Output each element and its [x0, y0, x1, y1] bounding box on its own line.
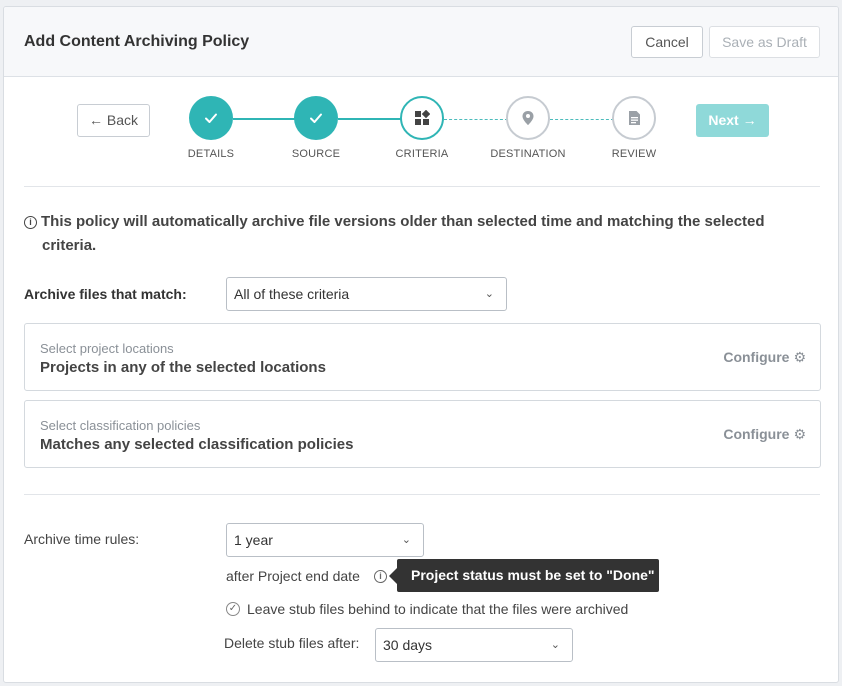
step-criteria[interactable]: [400, 96, 444, 140]
dialog-title: Add Content Archiving Policy: [24, 33, 250, 50]
step-connector: [550, 119, 614, 120]
step-destination[interactable]: [506, 96, 550, 140]
step-connector: [444, 119, 508, 120]
stub-files-label: Leave stub files behind to indicate that…: [247, 601, 629, 617]
gear-icon: ⚙: [793, 349, 806, 365]
chevron-down-icon: ⌄: [484, 288, 494, 300]
step-connector: [233, 118, 297, 120]
divider: [24, 494, 820, 495]
criteria-classification-policies: Select classification policies Matches a…: [24, 400, 821, 468]
time-rules-label: Archive time rules:: [24, 531, 140, 547]
archive-time-value: 1 year: [234, 532, 273, 548]
cancel-button[interactable]: Cancel: [631, 26, 703, 58]
step-label-criteria: CRITERIA: [395, 148, 449, 160]
next-button[interactable]: Next →: [696, 104, 769, 137]
match-label: Archive files that match:: [24, 286, 187, 302]
after-project-end-text: after Project end date: [226, 568, 360, 584]
configure-label: Configure: [723, 426, 790, 442]
info-line-2: criteria.: [42, 237, 97, 254]
chevron-down-icon: ⌄: [401, 534, 411, 546]
step-review[interactable]: [612, 96, 656, 140]
step-details[interactable]: [189, 96, 233, 140]
info-icon[interactable]: i: [374, 570, 387, 583]
step-label-details: DETAILS: [187, 148, 235, 160]
dialog-header: Add Content Archiving Policy Cancel Save…: [4, 7, 838, 77]
save-draft-button[interactable]: Save as Draft: [709, 26, 820, 58]
divider: [24, 186, 820, 187]
step-connector: [338, 118, 402, 120]
check-icon: [310, 113, 322, 123]
criteria-value: Projects in any of the selected location…: [40, 359, 326, 376]
map-pin-icon: [522, 111, 534, 125]
delete-stub-select[interactable]: 30 days ⌄: [375, 628, 573, 662]
info-icon: i: [24, 216, 37, 229]
policy-info-message: i This policy will automatically archive …: [24, 210, 824, 258]
configure-classification-button[interactable]: Configure ⚙: [723, 426, 806, 443]
step-source[interactable]: [294, 96, 338, 140]
delete-stub-label: Delete stub files after:: [224, 635, 360, 651]
configure-label: Configure: [723, 349, 790, 365]
criteria-value: Matches any selected classification poli…: [40, 436, 354, 453]
stub-files-checkbox[interactable]: ✓: [226, 602, 240, 616]
chevron-down-icon: ⌄: [550, 639, 560, 651]
delete-stub-value: 30 days: [383, 637, 433, 653]
back-button[interactable]: ← Back: [77, 104, 150, 137]
gear-icon: ⚙: [793, 426, 806, 442]
check-icon: [205, 113, 217, 123]
criteria-subtitle: Select project locations: [40, 341, 174, 356]
tooltip: Project status must be set to "Done": [389, 559, 659, 592]
match-select-value: All of these criteria: [234, 286, 350, 302]
archive-time-select[interactable]: 1 year ⌄: [226, 523, 424, 557]
info-line-1: This policy will automatically archive f…: [41, 213, 765, 230]
policy-dialog: Add Content Archiving Policy Cancel Save…: [3, 6, 839, 683]
step-label-source: SOURCE: [291, 148, 341, 160]
criteria-subtitle: Select classification policies: [40, 418, 201, 433]
criteria-icon: [415, 110, 430, 125]
step-label-destination: DESTINATION: [490, 148, 566, 160]
match-select[interactable]: All of these criteria ⌄: [226, 277, 507, 311]
document-icon: [628, 111, 640, 125]
criteria-project-locations: Select project locations Projects in any…: [24, 323, 821, 391]
configure-locations-button[interactable]: Configure ⚙: [723, 349, 806, 366]
step-label-review: REVIEW: [611, 148, 657, 160]
